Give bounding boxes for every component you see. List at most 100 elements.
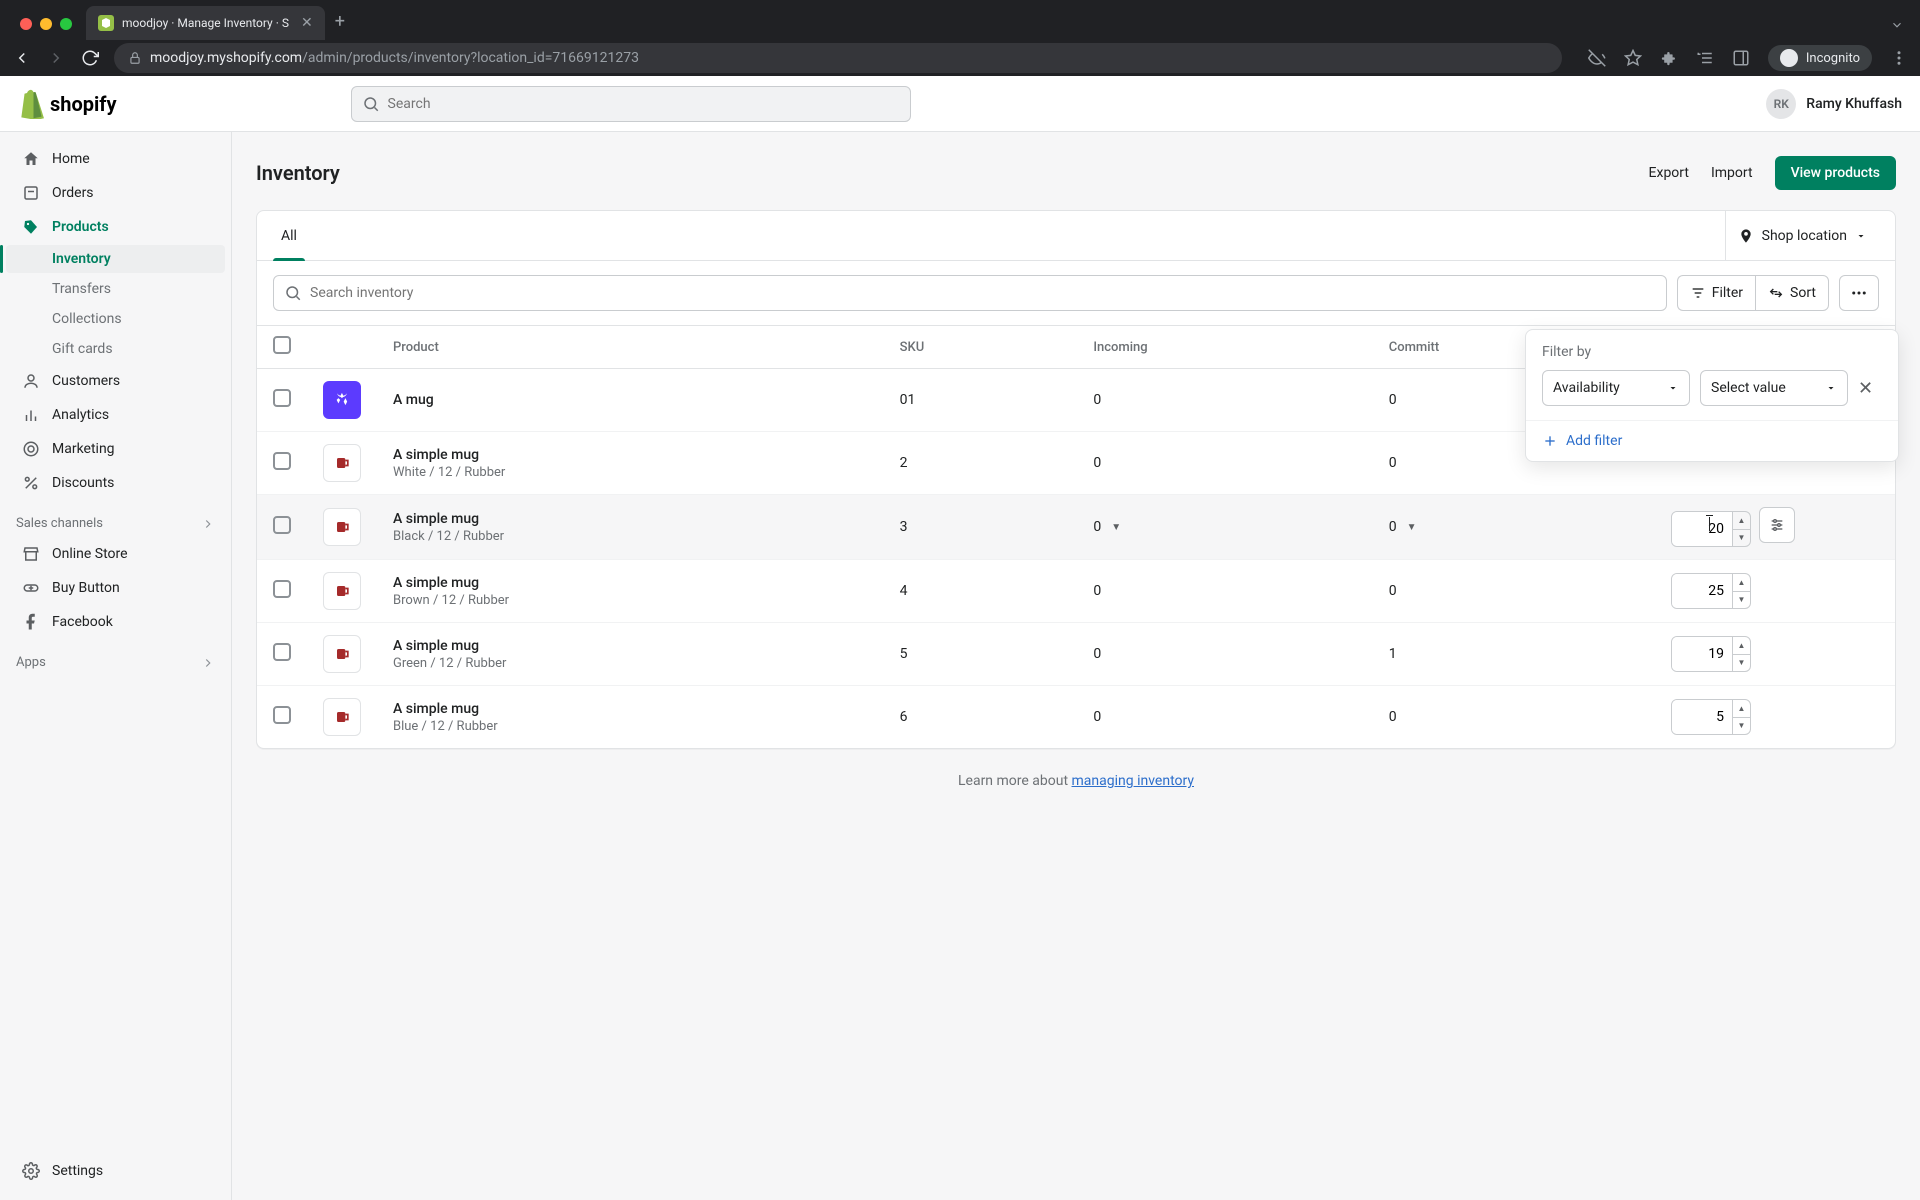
caret-down-icon[interactable]: ▼ [1407, 522, 1417, 533]
committed-cell: 0 [1373, 560, 1655, 623]
side-panel-icon[interactable] [1732, 49, 1750, 67]
caret-down-icon[interactable]: ▼ [1111, 522, 1121, 533]
address-bar[interactable]: moodjoy.myshopify.com/admin/products/inv… [114, 43, 1562, 73]
row-checkbox[interactable] [273, 643, 291, 661]
kebab-menu-icon[interactable] [1890, 49, 1908, 67]
table-row[interactable]: A simple mugGreen / 12 / Rubber501▲▼ [257, 623, 1895, 686]
stepper-up-icon[interactable]: ▲ [1733, 637, 1750, 655]
nav-gift-cards[interactable]: Gift cards [6, 335, 225, 363]
table-row[interactable]: A simple mugBlack / 12 / Rubber30▼0▼▲▼ [257, 495, 1895, 560]
window-maximize[interactable] [60, 18, 72, 30]
product-name: A mug [393, 392, 868, 408]
global-search-input[interactable] [388, 96, 900, 112]
nav-analytics[interactable]: Analytics [6, 399, 225, 431]
product-thumbnail [323, 444, 361, 482]
quantity-input[interactable] [1672, 512, 1732, 546]
window-close[interactable] [20, 18, 32, 30]
quantity-stepper[interactable]: ▲▼ [1671, 573, 1751, 609]
incoming-cell: 0 [1077, 432, 1372, 495]
stepper-down-icon[interactable]: ▼ [1733, 655, 1750, 672]
col-sku[interactable]: SKU [884, 326, 1078, 369]
nav-products[interactable]: Products [6, 211, 225, 243]
location-selector[interactable]: Shop location [1725, 211, 1879, 260]
browser-tab[interactable]: moodjoy · Manage Inventory · S ✕ [86, 6, 325, 40]
marketing-icon [22, 440, 40, 458]
star-icon[interactable] [1624, 49, 1642, 67]
table-row[interactable]: A simple mugBlue / 12 / Rubber600▲▼ [257, 686, 1895, 749]
export-button[interactable]: Export [1649, 165, 1689, 181]
channel-online-store[interactable]: Online Store [6, 538, 225, 570]
tab-all[interactable]: All [273, 211, 305, 260]
row-checkbox[interactable] [273, 389, 291, 407]
col-incoming[interactable]: Incoming [1077, 326, 1372, 369]
stepper-down-icon[interactable]: ▼ [1733, 718, 1750, 735]
stepper-up-icon[interactable]: ▲ [1733, 574, 1750, 592]
quantity-stepper[interactable]: ▲▼ [1671, 699, 1751, 735]
global-search[interactable] [351, 86, 911, 122]
product-name: A simple mug [393, 638, 868, 654]
col-product[interactable]: Product [377, 326, 884, 369]
nav-customers[interactable]: Customers [6, 365, 225, 397]
nav-marketing[interactable]: Marketing [6, 433, 225, 465]
managing-inventory-link[interactable]: managing inventory [1072, 773, 1194, 789]
sidebar: Home Orders Products Inventory Transfers… [0, 132, 232, 1200]
sales-channels-header[interactable]: Sales channels [0, 500, 231, 537]
eye-off-icon[interactable] [1588, 49, 1606, 67]
quantity-input[interactable] [1672, 637, 1732, 671]
import-button[interactable]: Import [1711, 165, 1753, 181]
sort-button[interactable]: Sort [1755, 275, 1829, 311]
table-row[interactable]: A simple mugBrown / 12 / Rubber400▲▼ [257, 560, 1895, 623]
nav-discounts[interactable]: Discounts [6, 467, 225, 499]
product-name: A simple mug [393, 701, 868, 717]
filter-value-select[interactable]: Select value [1700, 370, 1848, 406]
back-button[interactable] [12, 49, 32, 67]
reload-button[interactable] [80, 49, 100, 67]
stepper-up-icon[interactable]: ▲ [1733, 512, 1750, 530]
user-menu[interactable]: RK Ramy Khuffash [1766, 89, 1902, 119]
incognito-badge[interactable]: Incognito [1768, 45, 1872, 71]
stepper-up-icon[interactable]: ▲ [1733, 700, 1750, 718]
window-minimize[interactable] [40, 18, 52, 30]
filter-button[interactable]: Filter [1677, 275, 1755, 311]
filter-field-select[interactable]: Availability [1542, 370, 1690, 406]
view-products-button[interactable]: View products [1775, 156, 1896, 190]
filter-remove-button[interactable]: ✕ [1858, 378, 1873, 399]
quantity-stepper[interactable]: ▲▼ [1671, 511, 1751, 547]
sliders-icon [1769, 517, 1785, 533]
reading-list-icon[interactable] [1696, 49, 1714, 67]
apps-header[interactable]: Apps [0, 639, 231, 676]
stepper-down-icon[interactable]: ▼ [1733, 530, 1750, 547]
select-all-checkbox[interactable] [273, 336, 291, 354]
stepper-down-icon[interactable]: ▼ [1733, 592, 1750, 609]
more-actions-button[interactable] [1839, 275, 1879, 311]
row-checkbox[interactable] [273, 706, 291, 724]
shopify-logo[interactable]: shopify [18, 89, 117, 119]
nav-collections[interactable]: Collections [6, 305, 225, 333]
channel-buy-button[interactable]: Buy Button [6, 572, 225, 604]
nav-settings[interactable]: Settings [6, 1155, 225, 1187]
extensions-icon[interactable] [1660, 49, 1678, 67]
nav-home[interactable]: Home [6, 143, 225, 175]
inventory-search-input[interactable] [310, 285, 1656, 301]
user-name: Ramy Khuffash [1806, 96, 1902, 112]
close-tab-icon[interactable]: ✕ [301, 15, 313, 31]
nav-inventory[interactable]: Inventory [6, 245, 225, 273]
caret-down-icon [1667, 382, 1679, 394]
row-checkbox[interactable] [273, 580, 291, 598]
row-checkbox[interactable] [273, 516, 291, 534]
adjust-button[interactable] [1759, 507, 1795, 543]
tabs-menu-icon[interactable] [1890, 18, 1904, 32]
row-checkbox[interactable] [273, 452, 291, 470]
filter-icon [1690, 285, 1706, 301]
channel-facebook[interactable]: Facebook [6, 606, 225, 638]
quantity-input[interactable] [1672, 574, 1732, 608]
quantity-stepper[interactable]: ▲▼ [1671, 636, 1751, 672]
add-filter-button[interactable]: Add filter [1526, 421, 1898, 461]
product-thumbnail [323, 635, 361, 673]
inventory-search[interactable] [273, 275, 1667, 311]
nav-transfers[interactable]: Transfers [6, 275, 225, 303]
nav-orders[interactable]: Orders [6, 177, 225, 209]
new-tab-button[interactable]: + [335, 11, 345, 32]
forward-button[interactable] [46, 49, 66, 67]
quantity-input[interactable] [1672, 700, 1732, 734]
